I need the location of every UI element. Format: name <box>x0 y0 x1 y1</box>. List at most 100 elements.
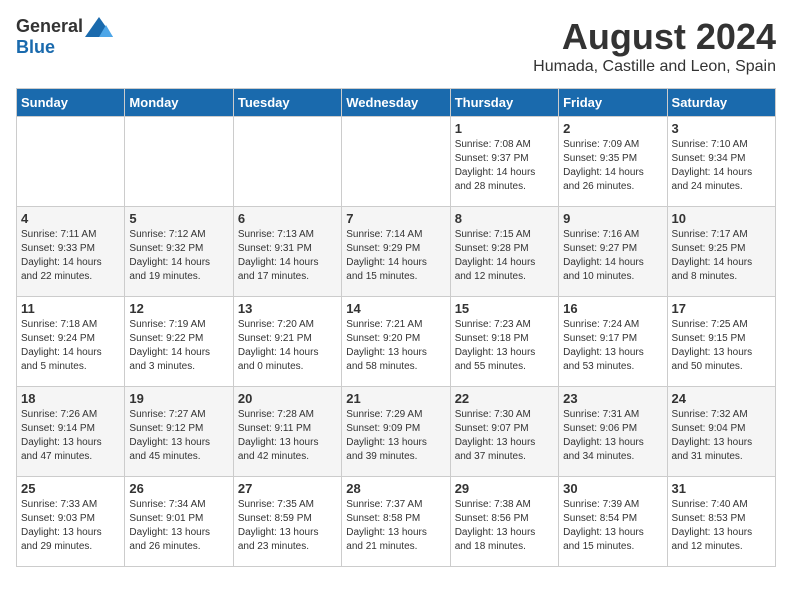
cell-1-3 <box>233 117 341 207</box>
day-number: 13 <box>238 301 337 316</box>
day-number: 30 <box>563 481 662 496</box>
day-number: 25 <box>21 481 120 496</box>
cell-5-4: 28Sunrise: 7:37 AM Sunset: 8:58 PM Dayli… <box>342 477 450 567</box>
cell-2-2: 5 Sunrise: 7:12 AM Sunset: 9:32 PM Daylig… <box>125 207 233 297</box>
calendar-header: SundayMondayTuesdayWednesdayThursdayFrid… <box>17 89 776 117</box>
cell-1-2 <box>125 117 233 207</box>
week-row-2: 4Sunrise: 7:11 AM Sunset: 9:33 PM Daylig… <box>17 207 776 297</box>
cell-content: Sunrise: 7:28 AM Sunset: 9:11 PM Dayligh… <box>238 408 337 464</box>
cell-content: Sunrise: 7:09 AM Sunset: 9:35 PM Dayligh… <box>563 138 662 194</box>
day-number: 15 <box>455 301 554 316</box>
logo-blue-text: Blue <box>16 37 55 57</box>
cell-content: Sunrise: 7:23 AM Sunset: 9:18 PM Dayligh… <box>455 318 554 374</box>
calendar-table: SundayMondayTuesdayWednesdayThursdayFrid… <box>16 88 776 567</box>
day-number: 5 <box>129 211 228 226</box>
header-row: SundayMondayTuesdayWednesdayThursdayFrid… <box>17 89 776 117</box>
cell-2-7: 10 Sunrise: 7:17 AM Sunset: 9:25 PM Dayli… <box>667 207 775 297</box>
day-number: 16 <box>563 301 662 316</box>
day-number: 17 <box>672 301 771 316</box>
title-block: August 2024 Humada, Castille and Leon, S… <box>533 16 776 76</box>
cell-content: Sunrise: 7:39 AM Sunset: 8:54 PM Dayligh… <box>563 498 662 554</box>
cell-content: Sunrise: 7:20 AM Sunset: 9:21 PM Dayligh… <box>238 318 337 374</box>
cell-5-6: 30 Sunrise: 7:39 AM Sunset: 8:54 PM Dayli… <box>559 477 667 567</box>
cell-3-5: 15 Sunrise: 7:23 AM Sunset: 9:18 PM Dayli… <box>450 297 558 387</box>
cell-5-5: 29Sunrise: 7:38 AM Sunset: 8:56 PM Dayli… <box>450 477 558 567</box>
cell-content: Sunrise: 7:25 AM Sunset: 9:15 PM Dayligh… <box>672 318 771 374</box>
cell-5-1: 25Sunrise: 7:33 AM Sunset: 9:03 PM Dayli… <box>17 477 125 567</box>
cell-content: Sunrise: 7:38 AM Sunset: 8:56 PM Dayligh… <box>455 498 554 554</box>
cell-1-6: 2 Sunrise: 7:09 AM Sunset: 9:35 PM Daylig… <box>559 117 667 207</box>
cell-content: Sunrise: 7:32 AM Sunset: 9:04 PM Dayligh… <box>672 408 771 464</box>
col-header-friday: Friday <box>559 89 667 117</box>
page-title: August 2024 <box>533 16 776 58</box>
col-header-saturday: Saturday <box>667 89 775 117</box>
day-number: 21 <box>346 391 445 406</box>
day-number: 9 <box>563 211 662 226</box>
cell-content: Sunrise: 7:10 AM Sunset: 9:34 PM Dayligh… <box>672 138 771 194</box>
cell-5-3: 27 Sunrise: 7:35 AM Sunset: 8:59 PM Dayli… <box>233 477 341 567</box>
day-number: 2 <box>563 121 662 136</box>
cell-content: Sunrise: 7:18 AM Sunset: 9:24 PM Dayligh… <box>21 318 120 374</box>
day-number: 18 <box>21 391 120 406</box>
col-header-tuesday: Tuesday <box>233 89 341 117</box>
cell-4-3: 20 Sunrise: 7:28 AM Sunset: 9:11 PM Dayli… <box>233 387 341 477</box>
cell-2-6: 9Sunrise: 7:16 AM Sunset: 9:27 PM Daylig… <box>559 207 667 297</box>
cell-3-2: 12Sunrise: 7:19 AM Sunset: 9:22 PM Dayli… <box>125 297 233 387</box>
day-number: 10 <box>672 211 771 226</box>
cell-3-3: 13 Sunrise: 7:20 AM Sunset: 9:21 PM Dayli… <box>233 297 341 387</box>
cell-1-1 <box>17 117 125 207</box>
cell-4-6: 23 Sunrise: 7:31 AM Sunset: 9:06 PM Dayli… <box>559 387 667 477</box>
cell-content: Sunrise: 7:26 AM Sunset: 9:14 PM Dayligh… <box>21 408 120 464</box>
col-header-sunday: Sunday <box>17 89 125 117</box>
cell-content: Sunrise: 7:35 AM Sunset: 8:59 PM Dayligh… <box>238 498 337 554</box>
cell-content: Sunrise: 7:14 AM Sunset: 9:29 PM Dayligh… <box>346 228 445 284</box>
day-number: 23 <box>563 391 662 406</box>
cell-5-2: 26 Sunrise: 7:34 AM Sunset: 9:01 PM Dayli… <box>125 477 233 567</box>
cell-content: Sunrise: 7:40 AM Sunset: 8:53 PM Dayligh… <box>672 498 771 554</box>
day-number: 20 <box>238 391 337 406</box>
day-number: 3 <box>672 121 771 136</box>
day-number: 22 <box>455 391 554 406</box>
cell-1-4 <box>342 117 450 207</box>
logo-icon <box>85 17 113 37</box>
cell-4-7: 24 Sunrise: 7:32 AM Sunset: 9:04 PM Dayli… <box>667 387 775 477</box>
cell-2-4: 7 Sunrise: 7:14 AM Sunset: 9:29 PM Daylig… <box>342 207 450 297</box>
day-number: 24 <box>672 391 771 406</box>
cell-content: Sunrise: 7:12 AM Sunset: 9:32 PM Dayligh… <box>129 228 228 284</box>
page-header: General Blue August 2024 Humada, Castill… <box>16 16 776 76</box>
week-row-4: 18 Sunrise: 7:26 AM Sunset: 9:14 PM Dayli… <box>17 387 776 477</box>
logo-general-text: General <box>16 16 83 37</box>
calendar-body: 1Sunrise: 7:08 AM Sunset: 9:37 PM Daylig… <box>17 117 776 567</box>
day-number: 6 <box>238 211 337 226</box>
cell-content: Sunrise: 7:17 AM Sunset: 9:25 PM Dayligh… <box>672 228 771 284</box>
col-header-wednesday: Wednesday <box>342 89 450 117</box>
cell-1-5: 1Sunrise: 7:08 AM Sunset: 9:37 PM Daylig… <box>450 117 558 207</box>
day-number: 27 <box>238 481 337 496</box>
day-number: 26 <box>129 481 228 496</box>
cell-1-7: 3 Sunrise: 7:10 AM Sunset: 9:34 PM Daylig… <box>667 117 775 207</box>
cell-2-1: 4Sunrise: 7:11 AM Sunset: 9:33 PM Daylig… <box>17 207 125 297</box>
day-number: 14 <box>346 301 445 316</box>
cell-content: Sunrise: 7:30 AM Sunset: 9:07 PM Dayligh… <box>455 408 554 464</box>
day-number: 7 <box>346 211 445 226</box>
cell-5-7: 31 Sunrise: 7:40 AM Sunset: 8:53 PM Dayli… <box>667 477 775 567</box>
page-subtitle: Humada, Castille and Leon, Spain <box>533 58 776 76</box>
col-header-thursday: Thursday <box>450 89 558 117</box>
day-number: 31 <box>672 481 771 496</box>
cell-content: Sunrise: 7:08 AM Sunset: 9:37 PM Dayligh… <box>455 138 554 194</box>
cell-3-7: 17 Sunrise: 7:25 AM Sunset: 9:15 PM Dayli… <box>667 297 775 387</box>
cell-3-6: 16Sunrise: 7:24 AM Sunset: 9:17 PM Dayli… <box>559 297 667 387</box>
cell-content: Sunrise: 7:27 AM Sunset: 9:12 PM Dayligh… <box>129 408 228 464</box>
cell-content: Sunrise: 7:15 AM Sunset: 9:28 PM Dayligh… <box>455 228 554 284</box>
day-number: 8 <box>455 211 554 226</box>
cell-content: Sunrise: 7:13 AM Sunset: 9:31 PM Dayligh… <box>238 228 337 284</box>
cell-2-5: 8 Sunrise: 7:15 AM Sunset: 9:28 PM Daylig… <box>450 207 558 297</box>
cell-4-2: 19 Sunrise: 7:27 AM Sunset: 9:12 PM Dayli… <box>125 387 233 477</box>
cell-content: Sunrise: 7:19 AM Sunset: 9:22 PM Dayligh… <box>129 318 228 374</box>
cell-4-5: 22 Sunrise: 7:30 AM Sunset: 9:07 PM Dayli… <box>450 387 558 477</box>
col-header-monday: Monday <box>125 89 233 117</box>
cell-content: Sunrise: 7:31 AM Sunset: 9:06 PM Dayligh… <box>563 408 662 464</box>
day-number: 19 <box>129 391 228 406</box>
cell-3-1: 11Sunrise: 7:18 AM Sunset: 9:24 PM Dayli… <box>17 297 125 387</box>
cell-content: Sunrise: 7:34 AM Sunset: 9:01 PM Dayligh… <box>129 498 228 554</box>
